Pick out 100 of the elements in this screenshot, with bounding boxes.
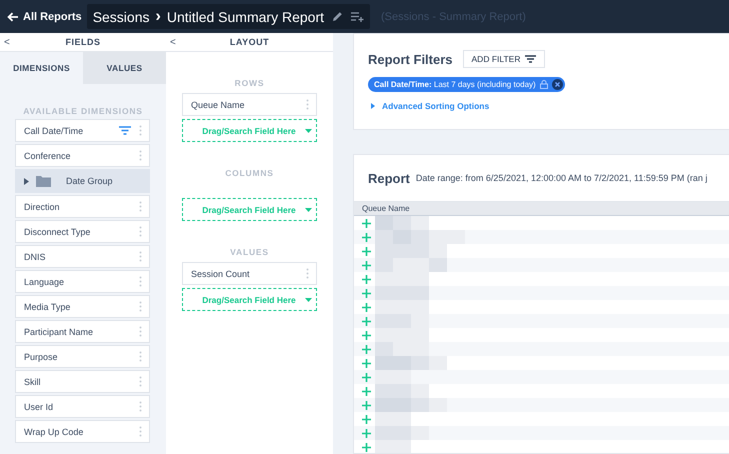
drop-zone-label: Drag/Search Field Here [201,204,297,214]
expand-icon[interactable] [362,260,371,270]
expand-triangle-icon[interactable] [24,178,29,184]
folder-icon [36,176,51,186]
expand-icon[interactable] [362,316,371,326]
tab[interactable]: VALUES [83,52,166,84]
blurred-cell [375,328,429,342]
filter-chip[interactable]: Call Date/Time: Last 7 days (including today) [368,77,565,92]
date-range: Date range: from 6/25/2021, 12:00:00 AM to 7/2/2021, 11:59:59 PM (ran j [416,173,708,183]
blurred-cell [375,244,447,258]
dimension-label: DNIS [24,252,47,262]
drag-handle-icon[interactable] [139,276,142,287]
filters-title: Report Filters [368,52,453,66]
drag-handle-icon[interactable] [306,99,309,110]
dropdown-caret-icon[interactable] [305,208,312,212]
section-label: COLUMNS [225,168,274,178]
blurred-cell [375,412,411,426]
collapse-button[interactable]: < [166,36,182,48]
blurred-cell [375,272,429,286]
column-header[interactable]: Queue Name [362,204,410,213]
section-label: ROWS [234,78,264,88]
drag-handle-icon[interactable] [139,251,142,262]
collapse-button[interactable]: < [0,36,16,48]
dimension-item[interactable]: Purpose [15,345,150,368]
expand-triangle-icon [371,103,375,109]
dropdown-caret-icon[interactable] [305,298,312,302]
dimension-label: Media Type [24,302,72,312]
section-label: VALUES [230,247,269,257]
add-list-icon[interactable] [351,12,364,22]
layout-field[interactable]: Session Count [182,262,317,285]
dimension-item[interactable]: DNIS [15,245,150,268]
dimension-label: Participant Name [24,326,94,336]
report-title: Report [368,170,410,186]
dimension-label: Conference [24,150,72,160]
dimension-item[interactable]: Direction [15,195,150,218]
expand-icon[interactable] [362,414,371,424]
dimension-item[interactable]: Wrap Up Code [15,420,150,443]
drop-zone-label: Drag/Search Field Here [201,126,297,136]
drag-handle-icon[interactable] [306,268,309,279]
field-label: Queue Name [191,100,245,110]
drag-handle-icon[interactable] [139,326,142,337]
expand-icon[interactable] [362,400,371,410]
drag-handle-icon[interactable] [139,226,142,237]
expand-icon[interactable] [362,330,371,340]
dimension-item[interactable]: Media Type [15,295,150,318]
dimension-item[interactable]: User Id [15,395,150,418]
dimension-label: Language [24,276,66,286]
expand-icon[interactable] [362,442,371,452]
expand-icon[interactable] [362,218,371,228]
filter-icon[interactable] [119,126,131,135]
drag-handle-icon[interactable] [139,351,142,362]
pencil-icon[interactable] [332,11,343,22]
drag-handle-icon[interactable] [139,401,142,412]
dimension-label: Wrap Up Code [24,426,84,436]
dimension-item[interactable]: Disconnect Type [15,220,150,243]
dimension-label: Direction [24,202,61,212]
expand-icon[interactable] [362,302,371,312]
dimension-item[interactable]: Conference [15,144,150,167]
breadcrumb-source[interactable]: Sessions [92,8,150,24]
drag-handle-icon[interactable] [139,201,142,212]
dimension-label: Purpose [24,352,59,362]
dimension-label: Skill [24,376,42,386]
panel-title: LAYOUT [228,37,270,47]
drag-handle-icon[interactable] [139,301,142,312]
drag-handle-icon[interactable] [139,150,142,161]
section-label: AVAILABLE DIMENSIONS [22,106,144,116]
dropdown-caret-icon[interactable] [305,128,312,132]
field-label: Session Count [191,268,250,278]
expand-icon[interactable] [362,288,371,298]
dimension-item[interactable]: Participant Name [15,320,150,343]
close-icon[interactable] [552,79,563,90]
blurred-cell [375,300,429,314]
breadcrumb-separator: › [156,8,161,26]
drag-handle-icon[interactable] [139,376,142,387]
expand-icon[interactable] [362,274,371,284]
folder-label: Date Group [66,176,114,186]
drag-handle-icon[interactable] [139,426,142,437]
lock-icon[interactable] [540,80,548,89]
add-filter-button[interactable]: ADD FILTER [462,50,546,68]
layout-field[interactable]: Queue Name [182,93,317,116]
expand-icon[interactable] [362,344,371,354]
blurred-cell [375,286,429,300]
dimension-label: Disconnect Type [24,226,92,236]
dimension-label: User Id [24,402,54,412]
filter-chip-label: Call Date/Time: Last 7 days (including today) [374,80,536,89]
expand-icon[interactable] [362,386,371,396]
expand-icon[interactable] [362,358,371,368]
dimension-item[interactable]: Call Date/Time [15,119,150,142]
expand-icon[interactable] [362,428,371,438]
panel-title: FIELDS [64,37,102,47]
folder-item[interactable]: Date Group [15,169,150,193]
expand-icon[interactable] [362,246,371,256]
drop-zone-label: Drag/Search Field Here [201,294,297,304]
all-reports-link[interactable]: All Reports [7,10,82,22]
dimension-item[interactable]: Language [15,270,150,293]
expand-icon[interactable] [362,372,371,382]
dimension-item[interactable]: Skill [15,370,150,393]
drag-handle-icon[interactable] [139,125,142,136]
filter-icon [525,55,536,63]
expand-icon[interactable] [362,232,371,242]
